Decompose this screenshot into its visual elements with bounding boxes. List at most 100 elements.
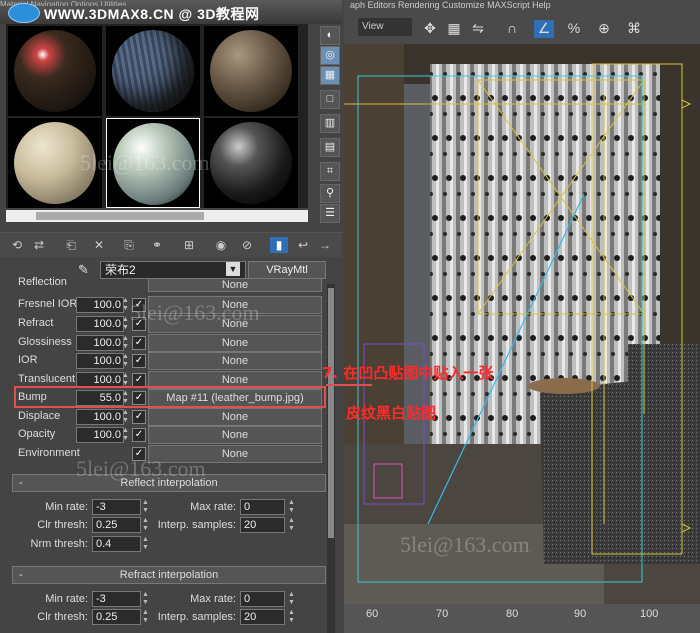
- show-map-icon[interactable]: ⊘: [238, 237, 256, 253]
- magnet-icon[interactable]: ∩: [502, 20, 522, 38]
- map-button[interactable]: None: [148, 334, 322, 352]
- interp-samples-field[interactable]: 20: [240, 517, 285, 533]
- spinner-icon[interactable]: ▲ ▼: [288, 609, 296, 625]
- checkbox[interactable]: ✓: [132, 336, 146, 350]
- min-rate-field[interactable]: -3: [92, 591, 141, 607]
- collapse-icon: -: [19, 569, 23, 581]
- edit-named-icon[interactable]: ⌘: [624, 20, 644, 38]
- spinner-icon[interactable]: ▲ ▼: [122, 409, 130, 425]
- scroll-thumb[interactable]: [36, 212, 204, 220]
- annotation-text: 7. 在凹凸贴图中贴入一张: [322, 364, 494, 382]
- preview-icon[interactable]: ▤: [320, 138, 340, 157]
- reset-icon[interactable]: ✕: [90, 237, 108, 253]
- copy-icon[interactable]: ⎘: [120, 237, 138, 253]
- sphere-icon: [210, 122, 292, 204]
- checkbox[interactable]: ✓: [132, 354, 146, 368]
- material-navigator-icon[interactable]: ☰: [320, 204, 340, 223]
- uv-tiling-icon[interactable]: □: [320, 90, 340, 109]
- spinner-icon[interactable]: ▲ ▼: [288, 591, 296, 607]
- amount-field[interactable]: 100.0: [76, 335, 124, 351]
- time-ruler[interactable]: 60 70 80 90 100: [344, 604, 700, 633]
- amount-field[interactable]: 100.0: [76, 409, 124, 425]
- spinner-snap-icon[interactable]: ⊕: [594, 20, 614, 38]
- video-check-icon[interactable]: ▥: [320, 114, 340, 133]
- spinner-icon[interactable]: ▲ ▼: [142, 591, 150, 607]
- spinner-icon[interactable]: ▲ ▼: [122, 335, 130, 351]
- spinner-icon[interactable]: ▲ ▼: [142, 536, 150, 552]
- spinner-icon[interactable]: ▲ ▼: [288, 499, 296, 515]
- options-icon[interactable]: ⌗: [320, 162, 340, 181]
- grid-icon[interactable]: ▦: [444, 20, 464, 38]
- assign-icon[interactable]: ⎗: [62, 237, 80, 253]
- checkbox[interactable]: ✓: [132, 428, 146, 442]
- backlight-icon[interactable]: ◎: [320, 46, 340, 65]
- nrm-thresh-field[interactable]: 0.4: [92, 536, 141, 552]
- collapse-icon: -: [19, 477, 23, 489]
- param-label: Fresnel IOR: [18, 298, 78, 310]
- spinner-icon[interactable]: ▲ ▼: [122, 353, 130, 369]
- put-to-scene-icon[interactable]: ⇄: [30, 237, 48, 253]
- select-by-material-icon[interactable]: ⚲: [320, 184, 340, 203]
- put-to-library-icon[interactable]: ⊞: [180, 237, 198, 253]
- sample-slot[interactable]: [204, 26, 298, 116]
- map-row: IOR 100.0 ▲ ▼ ✓ None: [12, 352, 324, 370]
- map-button[interactable]: None: [148, 278, 322, 292]
- checkbox[interactable]: ✓: [132, 410, 146, 424]
- scene-render: [344, 44, 700, 604]
- amount-field[interactable]: 100.0: [76, 297, 124, 313]
- amount-field[interactable]: 100.0: [76, 353, 124, 369]
- effects-channel-icon[interactable]: ◉: [212, 237, 230, 253]
- min-rate-field[interactable]: -3: [92, 499, 141, 515]
- move-icon[interactable]: ✥: [420, 20, 440, 38]
- go-to-parent-icon[interactable]: ↩: [294, 237, 312, 253]
- sample-slot[interactable]: [204, 118, 298, 208]
- max-rate-label: Max rate:: [190, 501, 236, 513]
- map-row: Opacity 100.0 ▲ ▼ ✓ None: [12, 426, 324, 444]
- spinner-icon[interactable]: ▲ ▼: [288, 517, 296, 533]
- panel-scrollbar[interactable]: [327, 284, 335, 633]
- interp-samples-field[interactable]: 20: [240, 609, 285, 625]
- param-label: Environment: [18, 447, 80, 459]
- go-forward-icon[interactable]: →: [316, 237, 334, 253]
- clr-thresh-field[interactable]: 0.25: [92, 517, 141, 533]
- map-button[interactable]: None: [148, 352, 322, 370]
- chevron-down-icon[interactable]: ▼: [226, 262, 240, 276]
- scroll-thumb[interactable]: [328, 288, 334, 538]
- refract-interpolation-header[interactable]: Refract interpolation -: [12, 566, 326, 584]
- percent-snap-icon[interactable]: %: [564, 20, 584, 38]
- material-name-field[interactable]: 荣布2: [100, 261, 246, 279]
- viewport-toolbar: aph Editors Rendering Customize MAXScrip…: [344, 0, 700, 44]
- slots-scrollbar[interactable]: [6, 210, 308, 222]
- param-label: Opacity: [18, 428, 56, 440]
- clr-thresh-field[interactable]: 0.25: [92, 609, 141, 625]
- view-dropdown[interactable]: View: [358, 18, 412, 36]
- map-button[interactable]: None: [148, 426, 322, 444]
- map-button[interactable]: None: [148, 408, 322, 426]
- spinner-icon[interactable]: ▲ ▼: [122, 297, 130, 313]
- nrm-thresh-label: Nrm thresh:: [30, 538, 88, 550]
- ruler-tick: 70: [436, 608, 449, 620]
- banner: Material Navigation Options Utilities WW…: [0, 0, 342, 24]
- param-label: IOR: [18, 354, 38, 366]
- background-icon[interactable]: ▦: [320, 66, 340, 85]
- sample-slot[interactable]: [8, 26, 102, 116]
- max-rate-field[interactable]: 0: [240, 499, 285, 515]
- amount-field[interactable]: 100.0: [76, 427, 124, 443]
- eyedropper-icon[interactable]: ✎: [78, 262, 94, 278]
- angle-snap-icon[interactable]: ∠: [534, 20, 554, 38]
- watermark: 5lei@163.com: [80, 150, 210, 175]
- amount-field[interactable]: 100.0: [76, 316, 124, 332]
- sample-type-icon[interactable]: ◐: [320, 26, 340, 45]
- mirror-icon[interactable]: ⇋: [468, 20, 488, 38]
- show-end-result-icon[interactable]: ▮: [270, 237, 288, 253]
- max-rate-field[interactable]: 0: [240, 591, 285, 607]
- get-material-icon[interactable]: ⟲: [8, 237, 26, 253]
- sample-slot[interactable]: [106, 26, 200, 116]
- spinner-icon[interactable]: ▲ ▼: [122, 427, 130, 443]
- logo-icon: [8, 3, 40, 23]
- spinner-icon[interactable]: ▲ ▼: [122, 316, 130, 332]
- spinner-icon[interactable]: ▲ ▼: [142, 499, 150, 515]
- material-type-button[interactable]: VRayMtl: [248, 261, 326, 279]
- checkbox[interactable]: ✓: [132, 373, 146, 387]
- make-unique-icon[interactable]: ⚭: [148, 237, 166, 253]
